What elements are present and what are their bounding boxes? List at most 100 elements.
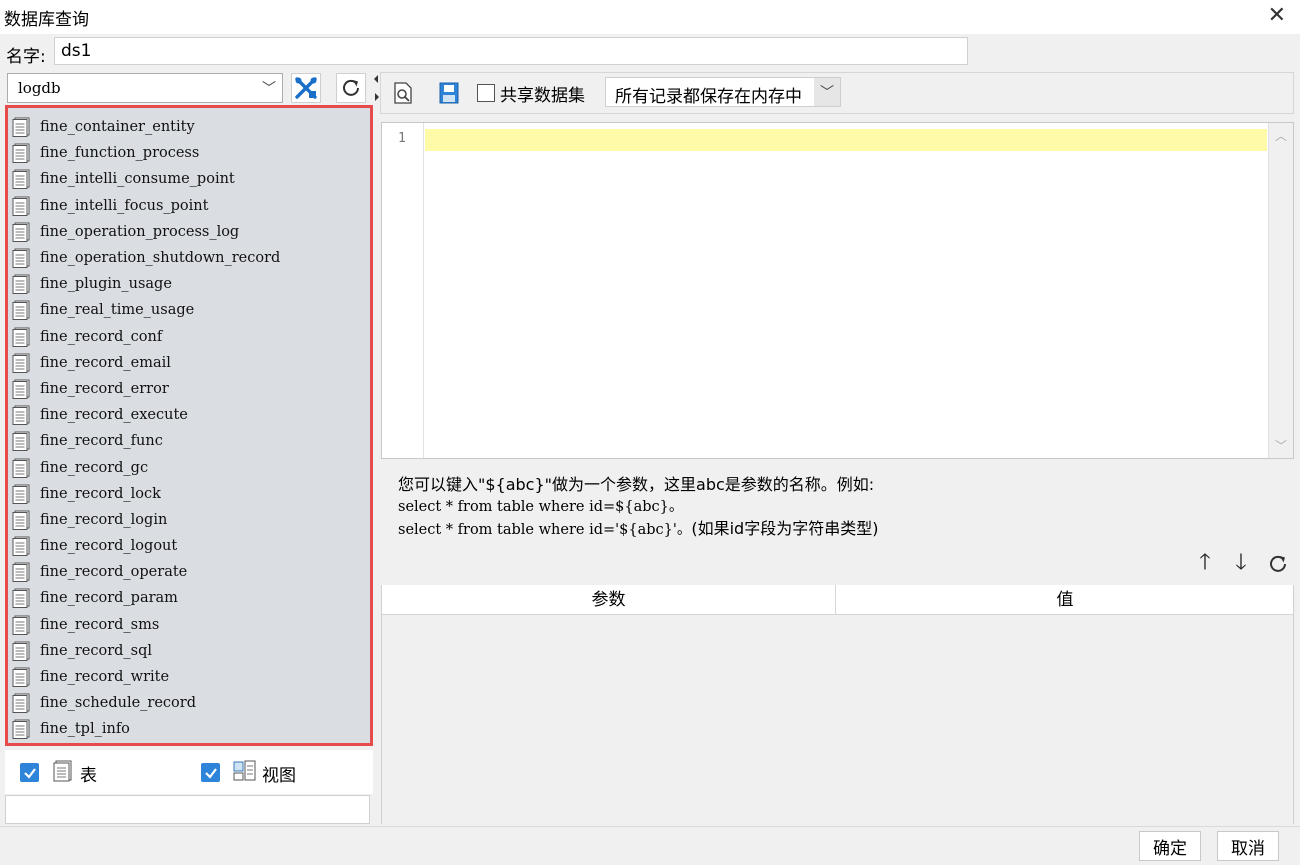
- database-select[interactable]: logdb ﹀: [7, 73, 283, 103]
- sql-editor[interactable]: 1 ︿ ﹀: [381, 122, 1294, 459]
- memory-mode-select[interactable]: 所有记录都保存在内存中 ﹀: [605, 77, 841, 107]
- table-icon: [12, 248, 30, 269]
- table-icon: [12, 641, 30, 661]
- checkmark-icon: [204, 767, 217, 779]
- table-list-item[interactable]: fine_record_sql: [8, 638, 370, 664]
- table-list-item[interactable]: fine_plugin_usage: [8, 271, 370, 297]
- table-icon: [12, 196, 30, 216]
- table-name: fine_intelli_focus_point: [40, 197, 209, 214]
- table-icon: [12, 353, 30, 373]
- table-list-item[interactable]: fine_record_logout: [8, 533, 370, 559]
- splitter-handle[interactable]: [373, 73, 380, 103]
- table-icon: [12, 405, 30, 426]
- table-list-item[interactable]: fine_record_param: [8, 585, 370, 611]
- table-list-item[interactable]: fine_container_entity: [8, 114, 370, 140]
- table-list-item[interactable]: fine_record_write: [8, 664, 370, 690]
- table-list-item[interactable]: fine_operation_process_log: [8, 219, 370, 245]
- hint-line-3-note: (如果id字段为字符串类型): [691, 519, 879, 538]
- table-list-item[interactable]: fine_record_gc: [8, 454, 370, 480]
- table-type-filters: 表 视图: [5, 750, 373, 794]
- arrow-up-icon: 🡑: [1199, 550, 1211, 575]
- param-column-header: 参数: [382, 585, 836, 615]
- table-name: fine_record_param: [40, 590, 178, 607]
- table-name: fine_record_error: [40, 380, 169, 397]
- title-bar: 数据库查询 ✕: [0, 0, 1300, 34]
- table-name: fine_record_lock: [40, 485, 161, 502]
- save-button[interactable]: [434, 78, 464, 108]
- refresh-icon: [1270, 555, 1286, 572]
- table-list-item[interactable]: fine_record_lock: [8, 481, 370, 507]
- table-list-item[interactable]: fine_record_func: [8, 428, 370, 454]
- editor-scrollbar[interactable]: ︿ ﹀: [1268, 123, 1293, 458]
- preview-button[interactable]: [388, 78, 418, 108]
- hint-line-2: select * from table where id=${abc}。: [398, 499, 684, 515]
- preview-icon: [394, 82, 412, 104]
- table-icon: [12, 615, 30, 635]
- table-name: fine_record_conf: [40, 328, 163, 345]
- table-icon: [12, 458, 30, 478]
- table-list-item[interactable]: fine_function_process: [8, 140, 370, 166]
- scroll-up-icon[interactable]: ︿: [1275, 127, 1287, 144]
- table-list-item[interactable]: fine_record_execute: [8, 402, 370, 428]
- table-icon: [12, 143, 30, 164]
- scroll-down-icon[interactable]: ﹀: [1275, 437, 1287, 454]
- parameter-table-header: 参数 值: [382, 585, 1293, 615]
- table-list-item[interactable]: fine_intelli_focus_point: [8, 193, 370, 219]
- table-list-item[interactable]: fine_record_error: [8, 376, 370, 402]
- table-list-item[interactable]: fine_record_conf: [8, 324, 370, 350]
- share-dataset-checkbox[interactable]: [477, 84, 495, 102]
- show-views-label: 视图: [262, 766, 296, 786]
- share-dataset-label: 共享数据集: [500, 86, 585, 106]
- table-list-item[interactable]: fine_record_email: [8, 350, 370, 376]
- button-bar: [0, 826, 1300, 865]
- refresh-params-button[interactable]: [1264, 550, 1292, 578]
- close-icon[interactable]: ✕: [1268, 3, 1286, 28]
- table-name: fine_record_gc: [40, 459, 149, 476]
- table-icon: [12, 693, 30, 714]
- view-icon: [233, 760, 256, 781]
- table-name: fine_record_operate: [40, 564, 188, 581]
- table-name: fine_container_entity: [40, 119, 195, 136]
- show-views-checkbox[interactable]: [201, 763, 220, 782]
- table-icon: [12, 379, 30, 399]
- table-list-item[interactable]: fine_schedule_record: [8, 690, 370, 716]
- value-column-header: 值: [1056, 590, 1074, 610]
- table-icon: [12, 431, 30, 452]
- table-name: fine_record_write: [40, 669, 170, 686]
- table-icon: [12, 536, 30, 557]
- name-input[interactable]: [54, 37, 968, 65]
- table-list-item[interactable]: fine_intelli_consume_point: [8, 166, 370, 192]
- table-list-item[interactable]: fine_record_sms: [8, 612, 370, 638]
- table-name: fine_record_execute: [40, 407, 188, 424]
- move-down-button[interactable]: 🡓: [1227, 550, 1255, 578]
- move-up-button[interactable]: 🡑: [1191, 550, 1219, 578]
- tools-icon: [295, 77, 317, 99]
- table-list-item[interactable]: fine_record_login: [8, 507, 370, 533]
- table-name: fine_intelli_consume_point: [40, 171, 235, 188]
- table-icon: [12, 667, 30, 688]
- cancel-button[interactable]: 取消: [1217, 831, 1279, 861]
- memory-mode-value: 所有记录都保存在内存中: [615, 87, 802, 107]
- ok-button[interactable]: 确定: [1139, 831, 1201, 861]
- table-name: fine_schedule_record: [40, 695, 196, 712]
- show-tables-checkbox[interactable]: [20, 763, 39, 782]
- refresh-button[interactable]: [336, 73, 366, 103]
- hint-line-3-code: select * from table where id='${abc}'。: [398, 522, 692, 538]
- table-list-item[interactable]: fine_real_time_usage: [8, 297, 370, 323]
- table-icon: [12, 510, 30, 530]
- table-search-input[interactable]: [5, 795, 370, 824]
- table-list-item[interactable]: fine_record_operate: [8, 559, 370, 585]
- table-icon: [12, 222, 30, 242]
- connection-tools-button[interactable]: [291, 73, 321, 103]
- table-name: fine_operation_process_log: [40, 223, 240, 240]
- table-list-item[interactable]: fine_operation_shutdown_record: [8, 245, 370, 271]
- table-list-item[interactable]: fine_tpl_info: [8, 716, 370, 742]
- database-value: logdb: [18, 79, 61, 97]
- table-name: fine_function_process: [40, 145, 200, 162]
- refresh-icon: [343, 79, 359, 96]
- splitter-arrows-icon: [374, 75, 379, 101]
- table-icon: [12, 719, 30, 740]
- table-name: fine_record_email: [40, 354, 171, 371]
- table-icon: [12, 562, 30, 583]
- line-number-gutter: 1: [382, 123, 424, 458]
